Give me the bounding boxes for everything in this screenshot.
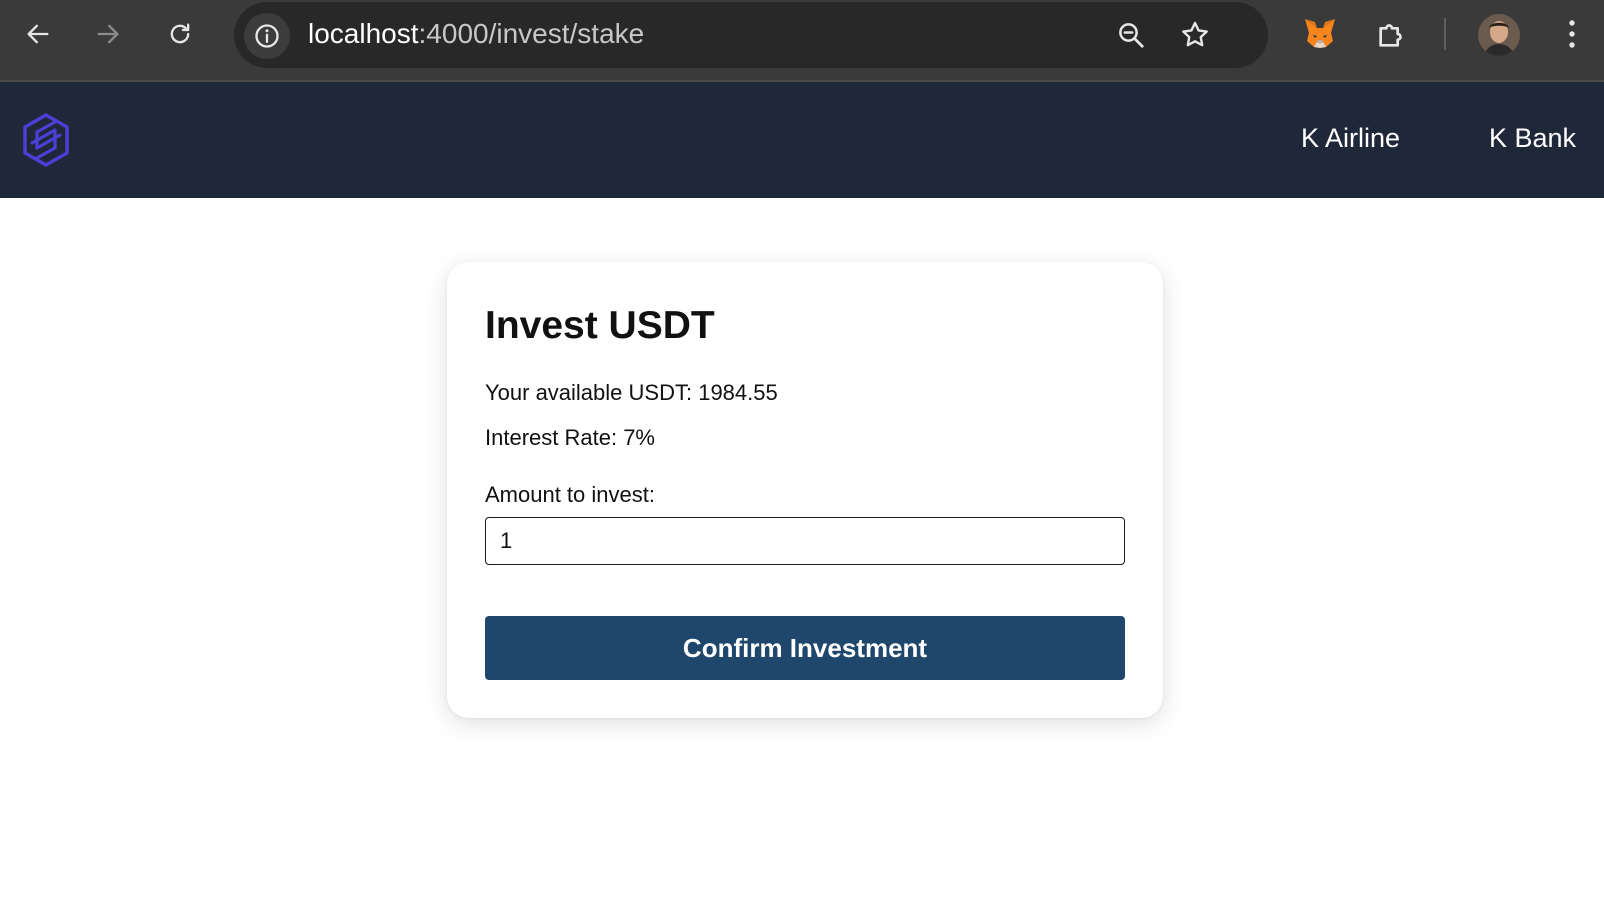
interest-rate-line: Interest Rate: 7% bbox=[485, 425, 655, 451]
extensions-button[interactable] bbox=[1372, 14, 1412, 54]
site-info-icon bbox=[255, 24, 279, 48]
forward-icon bbox=[97, 24, 119, 44]
amount-input[interactable] bbox=[485, 517, 1125, 565]
url-host: localhost bbox=[308, 18, 419, 49]
kebab-menu-icon bbox=[1569, 20, 1575, 48]
zoom-icon bbox=[1119, 23, 1144, 48]
back-button[interactable] bbox=[18, 14, 58, 54]
reload-icon bbox=[170, 23, 190, 44]
browser-menu-button[interactable] bbox=[1552, 14, 1592, 54]
bookmark-star-icon bbox=[1182, 21, 1208, 47]
app-logo-icon bbox=[23, 113, 69, 167]
interest-rate-label: Interest Rate: bbox=[485, 425, 624, 450]
site-info-button[interactable] bbox=[244, 13, 290, 59]
app-header: K Airline K Bank bbox=[0, 82, 1604, 198]
available-usdt-line: Your available USDT: 1984.55 bbox=[485, 380, 778, 406]
app-logo[interactable] bbox=[20, 112, 72, 168]
bookmark-button[interactable] bbox=[1178, 18, 1212, 52]
nav-link-k-airline[interactable]: K Airline bbox=[1301, 123, 1400, 154]
url-text[interactable]: localhost:4000/invest/stake bbox=[308, 18, 644, 50]
zoom-button[interactable] bbox=[1114, 18, 1148, 52]
browser-toolbar: localhost:4000/invest/stake bbox=[0, 0, 1604, 82]
available-usdt-label: Your available USDT: bbox=[485, 380, 699, 405]
reload-button[interactable] bbox=[160, 14, 200, 54]
metamask-fox-icon bbox=[1305, 19, 1335, 48]
amount-label: Amount to invest: bbox=[485, 482, 655, 507]
interest-rate-value: 7% bbox=[623, 425, 655, 450]
profile-avatar-icon bbox=[1478, 14, 1520, 56]
toolbar-divider bbox=[1444, 18, 1446, 50]
nav-link-k-bank[interactable]: K Bank bbox=[1489, 123, 1576, 154]
invest-card: Invest USDT Your available USDT: 1984.55… bbox=[447, 262, 1163, 718]
confirm-investment-button[interactable]: Confirm Investment bbox=[485, 616, 1125, 680]
profile-avatar[interactable] bbox=[1478, 14, 1520, 56]
available-usdt-value: 1984.55 bbox=[698, 380, 778, 405]
back-icon bbox=[27, 24, 49, 44]
extensions-puzzle-icon bbox=[1379, 24, 1402, 47]
forward-button[interactable] bbox=[88, 14, 128, 54]
page-title: Invest USDT bbox=[485, 304, 715, 347]
address-bar[interactable]: localhost:4000/invest/stake bbox=[234, 2, 1268, 68]
url-path: :4000/invest/stake bbox=[418, 18, 645, 49]
metamask-extension-button[interactable] bbox=[1300, 14, 1340, 54]
